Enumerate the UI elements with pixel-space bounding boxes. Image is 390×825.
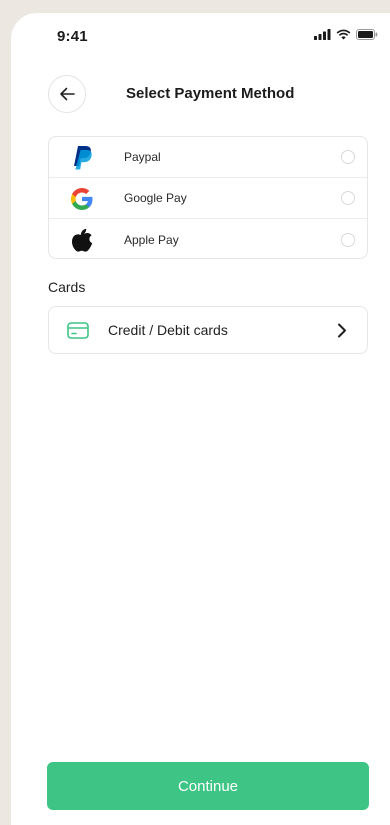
arrow-left-icon [60,87,75,101]
wallet-list: Paypal Google Pay Apple Pay [48,136,368,259]
chevron-right-icon [337,323,347,343]
cards-section-title: Cards [48,279,86,295]
radio-google-pay[interactable] [341,191,355,205]
radio-apple-pay[interactable] [341,232,355,247]
paypal-logo-icon [69,145,95,171]
google-logo-icon [69,186,95,212]
status-icons [314,29,378,40]
wallet-option-paypal[interactable]: Paypal [49,137,367,178]
radio-paypal[interactable] [341,150,355,164]
credit-debit-cards-label: Credit / Debit cards [108,322,228,338]
wallet-option-apple-pay[interactable]: Apple Pay [49,219,367,260]
apple-logo-icon [69,227,95,253]
credit-debit-cards-option[interactable]: Credit / Debit cards [48,306,368,354]
credit-card-icon [67,322,89,344]
phone-screen: 9:41 Select Payment Method Paypal Google… [11,13,390,825]
wallet-label-apple-pay: Apple Pay [124,232,179,247]
wallet-label-paypal: Paypal [124,150,161,164]
back-button[interactable] [48,75,86,113]
wallet-label-google-pay: Google Pay [124,191,187,205]
signal-icon [314,29,331,40]
status-bar: 9:41 [11,13,390,59]
wallet-option-google-pay[interactable]: Google Pay [49,178,367,219]
page-title: Select Payment Method [126,85,295,102]
battery-icon [356,29,378,40]
wifi-icon [336,29,351,40]
header: Select Payment Method [11,75,390,115]
continue-button[interactable]: Continue [47,762,369,810]
status-time: 9:41 [57,28,88,45]
